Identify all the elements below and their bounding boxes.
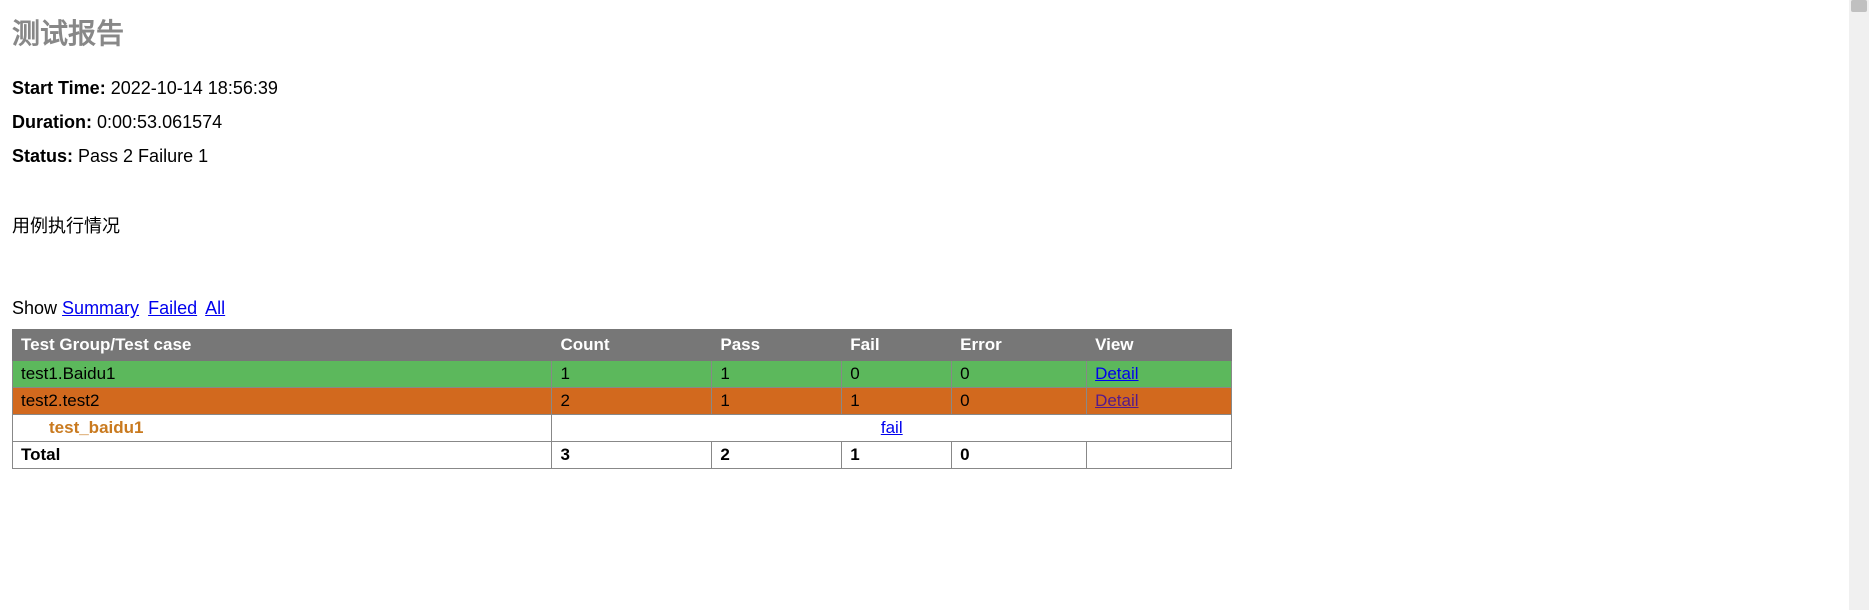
total-fail: 1 xyxy=(842,442,952,469)
section-heading: 用例执行情况 xyxy=(12,212,1857,238)
show-label: Show xyxy=(12,298,57,318)
header-pass: Pass xyxy=(712,330,842,361)
filter-failed-link[interactable]: Failed xyxy=(148,298,197,318)
cell-view: Detail xyxy=(1087,361,1232,388)
table-row: test1.Baidu11100Detail xyxy=(13,361,1232,388)
start-time-row: Start Time: 2022-10-14 18:56:39 xyxy=(12,74,1857,103)
table-header-row: Test Group/Test case Count Pass Fail Err… xyxy=(13,330,1232,361)
cell-pass: 1 xyxy=(712,388,842,415)
detail-link[interactable]: Detail xyxy=(1095,391,1138,410)
case-result-cell: fail xyxy=(552,415,1232,442)
status-row: Status: Pass 2 Failure 1 xyxy=(12,142,1857,171)
cell-count: 2 xyxy=(552,388,712,415)
scrollbar-track[interactable] xyxy=(1849,0,1869,610)
cell-name: test2.test2 xyxy=(13,388,552,415)
meta-block: Start Time: 2022-10-14 18:56:39 Duration… xyxy=(12,74,1857,170)
filter-summary-link[interactable]: Summary xyxy=(62,298,139,318)
cell-pass: 1 xyxy=(712,361,842,388)
cell-error: 0 xyxy=(952,388,1087,415)
header-error: Error xyxy=(952,330,1087,361)
cell-fail: 0 xyxy=(842,361,952,388)
header-view: View xyxy=(1087,330,1232,361)
total-view xyxy=(1087,442,1232,469)
cell-count: 1 xyxy=(552,361,712,388)
case-name-cell: test_baidu1 xyxy=(13,415,552,442)
table-case-row: test_baidu1 fail xyxy=(13,415,1232,442)
start-time-value: 2022-10-14 18:56:39 xyxy=(111,78,278,98)
total-label: Total xyxy=(13,442,552,469)
header-fail: Fail xyxy=(842,330,952,361)
cell-error: 0 xyxy=(952,361,1087,388)
scrollbar-thumb[interactable] xyxy=(1851,0,1867,12)
filter-all-link[interactable]: All xyxy=(205,298,225,318)
status-label: Status: xyxy=(12,146,73,166)
table-total-row: Total3210 xyxy=(13,442,1232,469)
header-count: Count xyxy=(552,330,712,361)
header-name: Test Group/Test case xyxy=(13,330,552,361)
detail-link[interactable]: Detail xyxy=(1095,364,1138,383)
cell-name: test1.Baidu1 xyxy=(13,361,552,388)
table-row: test2.test22110Detail xyxy=(13,388,1232,415)
total-count: 3 xyxy=(552,442,712,469)
cell-fail: 1 xyxy=(842,388,952,415)
results-table: Test Group/Test case Count Pass Fail Err… xyxy=(12,329,1232,469)
filter-row: Show Summary Failed All xyxy=(12,298,1857,319)
cell-view: Detail xyxy=(1087,388,1232,415)
duration-label: Duration: xyxy=(12,112,92,132)
total-error: 0 xyxy=(952,442,1087,469)
case-result-link[interactable]: fail xyxy=(881,418,903,437)
duration-row: Duration: 0:00:53.061574 xyxy=(12,108,1857,137)
page-title: 测试报告 xyxy=(12,12,1857,52)
duration-value: 0:00:53.061574 xyxy=(97,112,222,132)
total-pass: 2 xyxy=(712,442,842,469)
status-value: Pass 2 Failure 1 xyxy=(78,146,208,166)
start-time-label: Start Time: xyxy=(12,78,106,98)
